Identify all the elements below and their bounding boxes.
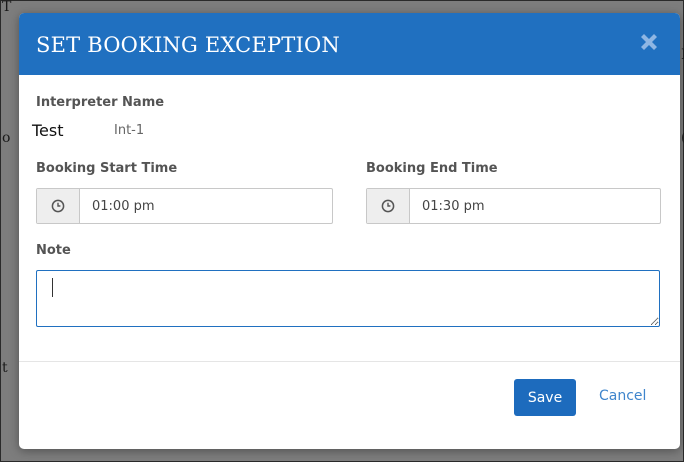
booking-start-time-label: Booking Start Time	[36, 161, 178, 176]
text-caret	[52, 278, 53, 297]
background-text-fragment: o	[2, 130, 11, 146]
start-time-group	[36, 188, 333, 224]
note-label: Note	[36, 243, 71, 258]
start-time-input[interactable]	[80, 189, 332, 223]
clock-icon	[381, 199, 395, 213]
dialog-title: SET BOOKING EXCEPTION	[36, 33, 340, 57]
footer-divider	[19, 361, 680, 362]
booking-exception-dialog: SET BOOKING EXCEPTION Interpreter Name T…	[19, 13, 680, 449]
start-time-addon[interactable]	[37, 189, 80, 223]
end-time-input[interactable]	[410, 189, 660, 223]
cancel-button[interactable]: Cancel	[599, 388, 646, 404]
background-text-fragment: t	[2, 360, 8, 376]
interpreter-last-name: Int-1	[114, 123, 145, 138]
note-textarea[interactable]	[36, 270, 660, 327]
booking-end-time-label: Booking End Time	[366, 161, 498, 176]
dialog-header: SET BOOKING EXCEPTION	[19, 13, 680, 75]
end-time-addon[interactable]	[367, 189, 410, 223]
save-button[interactable]: Save	[514, 379, 576, 416]
background-text-fragment: T	[2, 0, 12, 15]
interpreter-name-label: Interpreter Name	[36, 95, 165, 110]
interpreter-first-name: Test	[32, 121, 64, 140]
clock-icon	[51, 199, 65, 213]
end-time-group	[366, 188, 661, 224]
close-icon[interactable]	[637, 30, 661, 54]
